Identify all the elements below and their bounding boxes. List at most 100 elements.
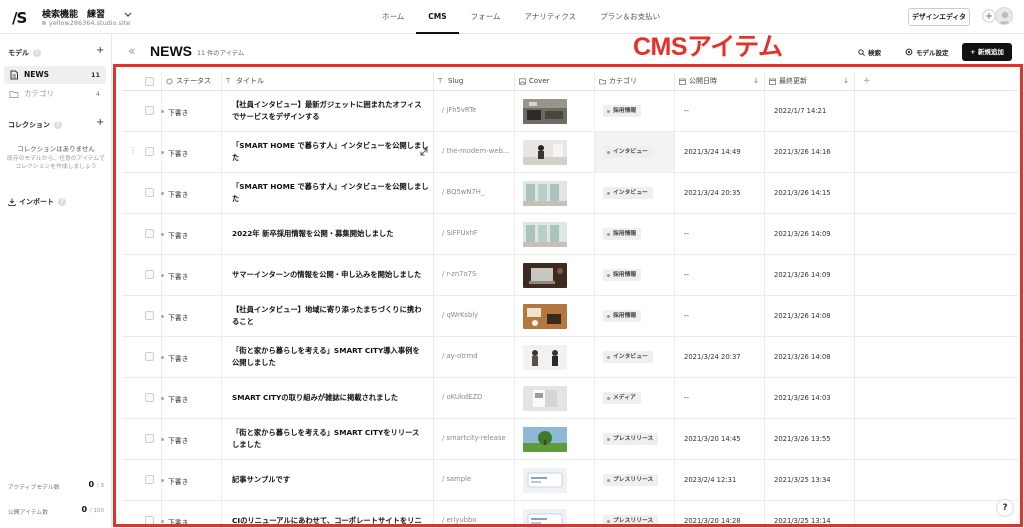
nav-form[interactable]: フォーム [459, 0, 513, 34]
table-row[interactable]: 下書き 「街と家から暮らしを考える」SMART CITY導入事例を 公開しました / … [122, 337, 1018, 378]
updated-date: 2021/3/26 14:03 [774, 394, 831, 402]
updated-date: 2021/3/26 14:09 [774, 271, 831, 279]
drag-handle-icon[interactable]: ⋮ [129, 146, 137, 155]
row-checkbox[interactable] [145, 106, 154, 115]
model-settings-button[interactable]: モデル設定 [905, 47, 949, 57]
updated-date: 2021/3/26 14:15 [774, 189, 831, 197]
public-items-label: 公開アイテム数 [8, 510, 48, 516]
sidebar: モデル? + NEWS 11 カテゴリ 4 コレクション? + コレクションはあ… [0, 34, 112, 528]
nav-home[interactable]: ホーム [370, 0, 416, 34]
add-item-button[interactable]: + 新規追加 [962, 43, 1012, 61]
cover-thumbnail[interactable] [523, 222, 567, 247]
row-checkbox[interactable] [145, 475, 154, 484]
cover-thumbnail[interactable] [523, 99, 567, 124]
add-model-icon[interactable]: + [96, 45, 104, 56]
download-icon [8, 198, 16, 206]
cover-thumbnail[interactable] [523, 263, 567, 288]
published-date: -- [684, 312, 689, 320]
category-tag: プレスリリース [603, 433, 659, 445]
help-icon[interactable]: ? [33, 49, 41, 57]
column-published[interactable]: 公開日時 ↓ [675, 72, 765, 91]
column-status[interactable]: ステータス [162, 72, 222, 91]
cover-thumbnail[interactable] [523, 345, 567, 370]
add-collection-icon[interactable]: + [96, 117, 104, 128]
select-all-checkbox[interactable] [145, 77, 154, 86]
cover-thumbnail[interactable] [523, 181, 567, 206]
project-url-text: yellow286364.studio.site [49, 19, 131, 27]
cover-thumbnail[interactable] [523, 468, 567, 493]
slug-text: / the-modern-web... [442, 147, 510, 155]
calendar-icon [679, 78, 686, 85]
updated-date: 2021/3/26 14:09 [774, 230, 831, 238]
table-row[interactable]: 下書き 【社員インタビュー】地域に寄り添ったまちづくりに携わ ること / qWrKsb… [122, 296, 1018, 337]
title-line-2: でサービスをデザインする [232, 112, 320, 121]
table-row[interactable]: 下書き SMART CITYの取り組みが雑誌に掲載されました / oKUkdEZD メ… [122, 378, 1018, 419]
column-label: Slug [448, 77, 464, 85]
top-bar: /S 検索機能 練習 yellow286364.studio.site ホーム … [0, 0, 1024, 34]
sort-down-icon[interactable]: ↓ [843, 72, 849, 91]
public-items-value: 0 / 100 [82, 505, 104, 514]
row-checkbox[interactable] [145, 188, 154, 197]
model-heading-text: モデル [8, 49, 29, 57]
help-icon[interactable]: ? [54, 121, 62, 129]
table-row[interactable]: 下書き CIのリニューアルにあわせて、コーポレートサイトをリニ / erlyubbo… [122, 501, 1018, 528]
row-select-cell [122, 337, 162, 378]
title-line-1: 【社員インタビュー】最新ガジェットに囲まれたオフィス [232, 100, 422, 109]
table-row[interactable]: 下書き 2022年 新卒採用情報を公開・募集開始しました / SiFFUxhF 採用情… [122, 214, 1018, 255]
import-button[interactable]: インポート? [8, 197, 66, 207]
slug-text: / SiFFUxhF [442, 229, 478, 237]
published-date: -- [684, 230, 689, 238]
expand-icon[interactable] [418, 146, 430, 158]
status-text: 下書き [160, 232, 189, 240]
design-editor-button[interactable]: デザインエディタ [908, 8, 970, 26]
table-row[interactable]: ⋮ 下書き 「SMART HOME で暮らす人」インタビューを公開しました / the… [122, 132, 1018, 173]
row-select-cell [122, 173, 162, 214]
table-row[interactable]: 下書き 【社員インタビュー】最新ガジェットに囲まれたオフィス でサービスをデザインす… [122, 91, 1018, 132]
table-row[interactable]: 下書き 「SMART HOME で暮らす人」インタビューを公開しました / BQ5w… [122, 173, 1018, 214]
column-updated[interactable]: 最終更新 ↓ [765, 72, 855, 91]
add-member-icon[interactable] [982, 9, 996, 23]
cover-thumbnail[interactable] [523, 427, 567, 452]
cover-thumbnail[interactable] [523, 304, 567, 329]
chevron-down-icon[interactable] [124, 10, 132, 18]
table-row[interactable]: 下書き 記事サンプルです / sample プレスリリース 2023/2/4 12:31… [122, 460, 1018, 501]
status-text: 下書き [160, 150, 189, 158]
slug-text: / oKUkdEZD [442, 393, 483, 401]
nav-analytics[interactable]: アナリティクス [512, 0, 588, 34]
row-checkbox[interactable] [145, 352, 154, 361]
category-tag: 採用情報 [603, 105, 642, 117]
row-checkbox[interactable] [145, 393, 154, 402]
cover-thumbnail[interactable] [523, 386, 567, 411]
sidebar-item-news[interactable]: NEWS 11 [4, 66, 106, 84]
sidebar-item-category[interactable]: カテゴリ 4 [4, 85, 106, 103]
table-row[interactable]: 下書き 「街と家から暮らしを考える」SMART CITYをリリース しました / sm… [122, 419, 1018, 460]
collapse-sidebar-button[interactable]: « [128, 44, 135, 58]
help-icon[interactable]: ? [58, 198, 66, 206]
add-column-button[interactable]: + [855, 72, 895, 91]
row-checkbox[interactable] [145, 311, 154, 320]
cover-thumbnail[interactable] [523, 509, 567, 528]
title-text: 「SMART HOME で暮らす人」インタビューを公開しました [232, 140, 432, 164]
sort-down-icon[interactable]: ↓ [753, 72, 759, 91]
nav-cms[interactable]: CMS [416, 0, 459, 34]
studio-logo[interactable]: /S [12, 9, 27, 27]
active-models-label: アクティブモデル数 [8, 485, 60, 491]
help-button[interactable]: ? [996, 499, 1014, 517]
row-checkbox[interactable] [145, 516, 154, 525]
column-cover[interactable]: Cover [515, 72, 595, 91]
column-category[interactable]: カテゴリ [595, 72, 675, 91]
column-title[interactable]: T タイトル [222, 72, 434, 91]
column-slug[interactable]: T Slug [434, 72, 515, 91]
cover-thumbnail[interactable] [523, 140, 567, 165]
user-avatar[interactable] [995, 7, 1013, 25]
model-settings-label: モデル設定 [916, 49, 949, 57]
row-checkbox[interactable] [145, 147, 154, 156]
row-checkbox[interactable] [145, 434, 154, 443]
title-line-1: 2022年 新卒採用情報を公開・募集開始しました [232, 229, 394, 238]
title-text: 「街と家から暮らしを考える」SMART CITYをリリース しました [232, 427, 432, 451]
row-checkbox[interactable] [145, 270, 154, 279]
row-checkbox[interactable] [145, 229, 154, 238]
title-line-1: 「SMART HOME で暮らす人」インタビューを公開しまし [232, 141, 429, 150]
search-button[interactable]: 検索 [858, 47, 881, 57]
table-row[interactable]: 下書き サマーインターンの情報を公開・申し込みを開始しました / r-zn7o7S 採… [122, 255, 1018, 296]
